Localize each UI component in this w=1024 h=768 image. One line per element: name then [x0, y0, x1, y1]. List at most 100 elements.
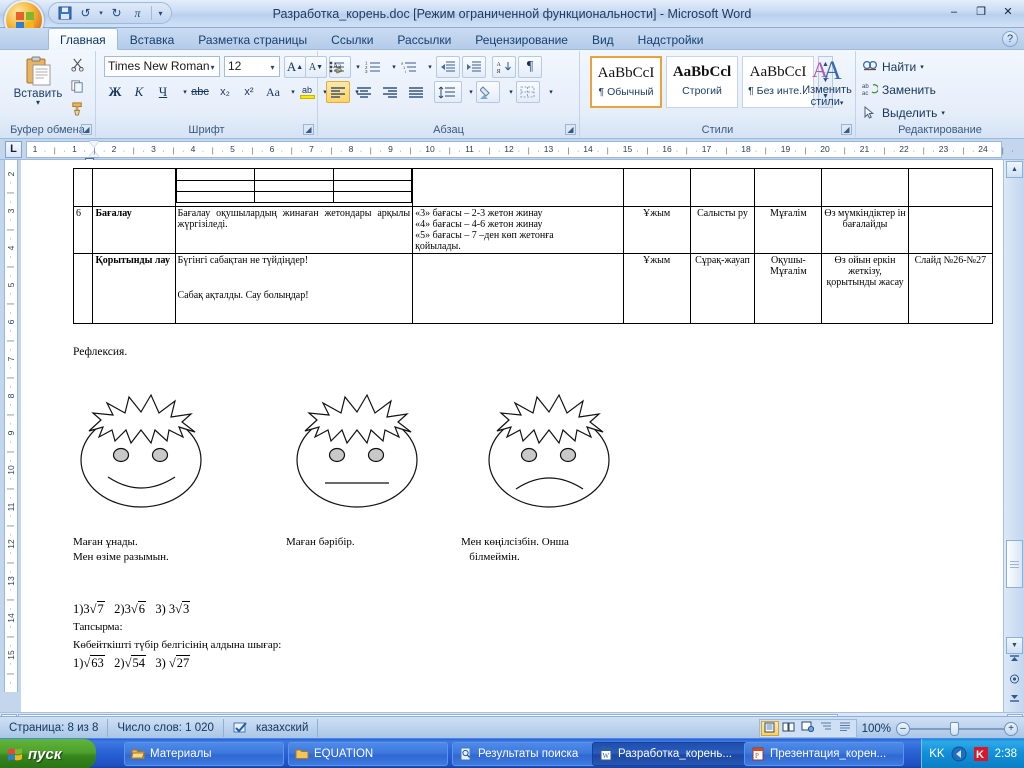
tab-home[interactable]: Главная: [48, 28, 118, 50]
format-painter-icon[interactable]: [66, 101, 88, 119]
language-bar[interactable]: KK: [929, 748, 944, 760]
scroll-up-button[interactable]: ▲: [1006, 161, 1023, 178]
help-icon[interactable]: ?: [1002, 31, 1018, 47]
sort-icon[interactable]: AЯ: [492, 56, 516, 78]
subscript-button[interactable]: x₂: [214, 81, 236, 103]
zoom-in-button[interactable]: +: [1004, 721, 1018, 736]
tab-view[interactable]: Вид: [580, 28, 626, 50]
font-name-dropdown-icon[interactable]: ▾: [208, 64, 217, 73]
show-formatting-marks-icon[interactable]: ¶: [518, 56, 542, 78]
quick-access-toolbar[interactable]: ↺ ▾ ↻ π ▾: [48, 2, 172, 24]
replace-button[interactable]: ab ac Заменить: [862, 79, 936, 100]
full-screen-reading-icon[interactable]: [780, 721, 798, 736]
restore-button[interactable]: ❐: [969, 3, 993, 21]
taskbar-item-equation[interactable]: EQUATION: [288, 742, 448, 766]
grow-font-button[interactable]: A ▲: [284, 56, 306, 78]
tab-addins[interactable]: Надстройки: [626, 28, 716, 50]
paste-button[interactable]: Вставить ▾: [12, 55, 64, 107]
line-spacing-icon[interactable]: [434, 81, 462, 103]
document-canvas[interactable]: 6 Бағалау Бағалау оқушылардың жинаған же…: [21, 160, 1003, 712]
style-item-normal[interactable]: AaBbCcI ¶ Обычный: [590, 56, 662, 108]
vertical-scrollbar[interactable]: ▲ ▼: [1003, 160, 1024, 712]
horizontal-ruler[interactable]: L 1 · | · 1 · | · 2 · | · 3 · | · 4 · | · 5 · | · 6 · | · 7 · | · 8 · | · 9 ·…: [0, 139, 1024, 163]
save-icon[interactable]: [55, 4, 74, 22]
start-button[interactable]: пуск: [0, 739, 96, 768]
strikethrough-button[interactable]: abc: [188, 81, 212, 103]
vertical-scroll-thumb[interactable]: [1006, 540, 1023, 588]
select-browse-object-button[interactable]: [1006, 673, 1023, 690]
tab-mailings[interactable]: Рассылки: [385, 28, 463, 50]
draft-icon[interactable]: [837, 721, 855, 736]
decrease-indent-icon[interactable]: [436, 56, 460, 78]
previous-page-button[interactable]: [1006, 655, 1023, 672]
copy-icon[interactable]: [66, 79, 88, 97]
customize-qat-icon[interactable]: ▾: [156, 4, 165, 22]
align-right-icon[interactable]: [378, 81, 402, 103]
shading-icon[interactable]: [476, 81, 500, 103]
close-button[interactable]: ✕: [996, 3, 1020, 21]
zoom-level[interactable]: 100%: [862, 723, 891, 735]
font-size-combo[interactable]: 12 ▾: [224, 56, 280, 77]
select-dropdown-icon[interactable]: ▾: [941, 109, 945, 117]
next-page-button[interactable]: [1006, 691, 1023, 708]
clipboard-dialog-launcher[interactable]: ◢: [81, 124, 92, 135]
first-line-indent-marker[interactable]: [89, 141, 99, 147]
minimize-button[interactable]: –: [942, 3, 966, 21]
vertical-ruler[interactable]: 2 · | · 3 · | · 4 · | · 5 · | · 6 · | · 7 · | · 8 · | · 9 · | · 10 · | · 11 ·…: [0, 160, 21, 712]
media-icon[interactable]: [951, 746, 967, 762]
find-button[interactable]: Найти ▾: [862, 56, 924, 77]
italic-button[interactable]: К: [128, 81, 150, 103]
justify-icon[interactable]: [404, 81, 428, 103]
tab-references[interactable]: Ссылки: [319, 28, 385, 50]
tab-review[interactable]: Рецензирование: [463, 28, 580, 50]
tab-page-layout[interactable]: Разметка страницы: [186, 28, 319, 50]
zoom-controls[interactable]: 100% – +: [758, 719, 1018, 738]
borders-dropdown-icon[interactable]: ▾: [540, 81, 562, 103]
page-indicator[interactable]: Страница: 8 из 8: [0, 718, 109, 737]
superscript-button[interactable]: x²: [238, 81, 260, 103]
multilevel-list-icon[interactable]: a1i: [398, 56, 420, 78]
zoom-out-button[interactable]: –: [896, 721, 910, 736]
outline-icon[interactable]: [818, 721, 836, 736]
select-button[interactable]: Выделить ▾: [862, 102, 945, 123]
bold-button[interactable]: Ж: [104, 81, 126, 103]
taskbar-item-materialy[interactable]: Материалы: [124, 742, 284, 766]
borders-icon[interactable]: [516, 81, 540, 103]
taskbar-item-search-results[interactable]: Результаты поиска: [452, 742, 612, 766]
kaspersky-icon[interactable]: K: [973, 746, 989, 762]
undo-dropdown-icon[interactable]: ▾: [97, 4, 105, 22]
tab-insert[interactable]: Вставка: [118, 28, 187, 50]
print-layout-icon[interactable]: [760, 721, 779, 736]
redo-icon[interactable]: ↻: [107, 4, 126, 22]
ruler-track[interactable]: 1 · | · 1 · | · 2 · | · 3 · | · 4 · | · 5 · | · 6 · | · 7 · | · 8 · | · 9 · | ·…: [26, 141, 1014, 163]
align-center-icon[interactable]: [352, 81, 376, 103]
cut-icon[interactable]: [66, 57, 88, 75]
font-dialog-launcher[interactable]: ◢: [303, 124, 314, 135]
increase-indent-icon[interactable]: [462, 56, 486, 78]
taskbar-item-word-doc[interactable]: W Разработка_корень...: [592, 742, 752, 766]
style-item-strict[interactable]: AaBbCcl Строгий: [666, 56, 738, 108]
tab-stop-selector[interactable]: L: [5, 141, 22, 158]
word-count[interactable]: Число слов: 1 020: [108, 718, 224, 737]
bullet-list-icon[interactable]: [326, 56, 348, 78]
font-name-combo[interactable]: Times New Roman ▾: [104, 56, 220, 77]
paste-dropdown-icon[interactable]: ▾: [12, 99, 64, 107]
align-left-icon[interactable]: [326, 81, 350, 103]
find-dropdown-icon[interactable]: ▾: [920, 63, 924, 71]
scroll-down-button[interactable]: ▼: [1006, 637, 1023, 654]
vertical-ruler-track[interactable]: 2 · | · 3 · | · 4 · | · 5 · | · 6 · | · 7 · | · 8 · | · 9 · | · 10 · | · 11 ·…: [4, 160, 18, 692]
document-page[interactable]: 6 Бағалау Бағалау оқушылардың жинаған же…: [21, 160, 1003, 712]
view-buttons[interactable]: [758, 719, 857, 738]
styles-dialog-launcher[interactable]: ◢: [841, 124, 852, 135]
taskbar-item-powerpoint[interactable]: P Презентация_корен...: [744, 742, 904, 766]
language-indicator[interactable]: казахский: [224, 718, 319, 737]
underline-button[interactable]: Ч: [152, 81, 174, 103]
font-size-dropdown-icon[interactable]: ▾: [268, 64, 277, 73]
change-styles-button[interactable]: A A Изменить стили▾: [800, 55, 854, 110]
paragraph-dialog-launcher[interactable]: ◢: [565, 124, 576, 135]
undo-icon[interactable]: ↺: [76, 4, 95, 22]
zoom-slider-thumb[interactable]: [950, 721, 959, 736]
equation-icon[interactable]: π: [128, 4, 147, 22]
web-layout-icon[interactable]: [799, 721, 817, 736]
window-controls[interactable]: – ❐ ✕: [942, 3, 1020, 21]
